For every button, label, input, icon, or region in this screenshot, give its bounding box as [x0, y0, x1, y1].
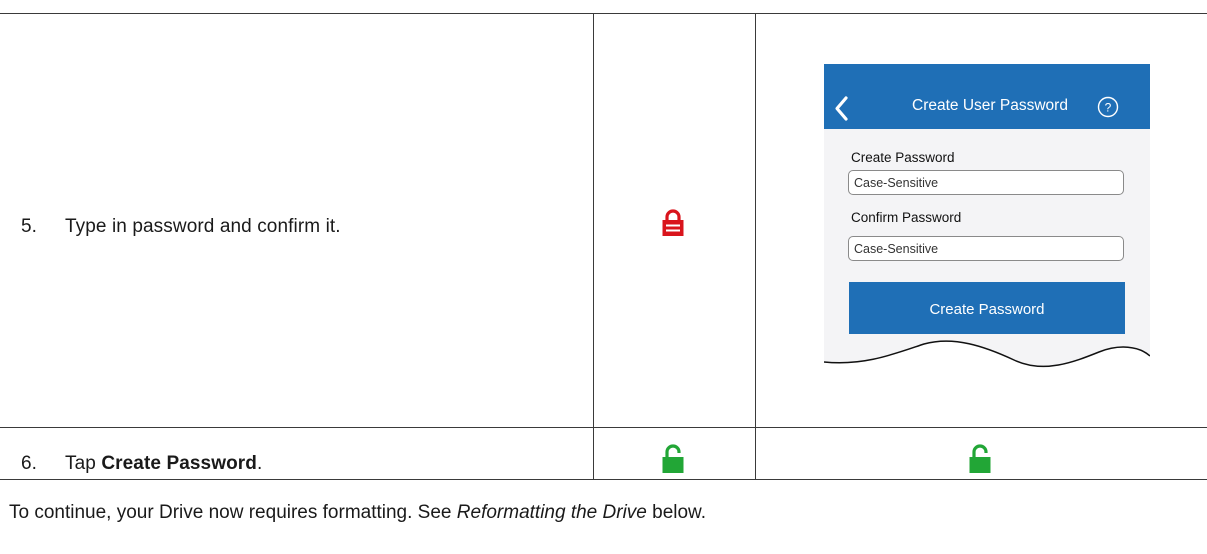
table-row-divider [0, 427, 1207, 428]
step-instruction: Type in password and confirm it. [65, 216, 341, 237]
app-screenshot: Create User Password ? Create Password C… [824, 64, 1150, 386]
confirm-password-label: Confirm Password [851, 210, 962, 225]
confirm-password-input[interactable] [848, 236, 1124, 261]
svg-text:?: ? [1105, 101, 1112, 115]
torn-edge-decoration [824, 340, 1150, 386]
create-password-input[interactable] [848, 170, 1124, 195]
step-number: 6. [21, 453, 38, 474]
footer-note: To continue, your Drive now requires for… [9, 502, 706, 524]
step-instruction-prefix: Tap [65, 453, 102, 474]
step-5-text: 5. Type in password and confirm it. [21, 216, 341, 238]
step-number: 5. [21, 216, 38, 237]
app-header: Create User Password ? [824, 64, 1150, 129]
footer-suffix: below. [646, 502, 707, 523]
locked-padlock-icon [662, 209, 684, 236]
table-column-divider [593, 13, 594, 479]
step-instruction-bold: Create Password [101, 453, 258, 474]
unlocked-padlock-icon [662, 444, 684, 473]
table-border-top [0, 13, 1207, 14]
step-instruction-suffix: . [257, 453, 263, 474]
footer-prefix: To continue, your Drive now requires for… [9, 502, 457, 523]
create-password-label: Create Password [851, 150, 955, 165]
question-circle-icon[interactable]: ? [1097, 96, 1119, 118]
step-6-text: 6. Tap Create Password. [21, 453, 262, 475]
footer-reference: Reformatting the Drive [456, 502, 647, 523]
table-column-divider [755, 13, 756, 479]
table-row-divider [0, 479, 1207, 480]
create-password-button[interactable]: Create Password [849, 282, 1125, 334]
unlocked-padlock-icon [969, 444, 991, 473]
